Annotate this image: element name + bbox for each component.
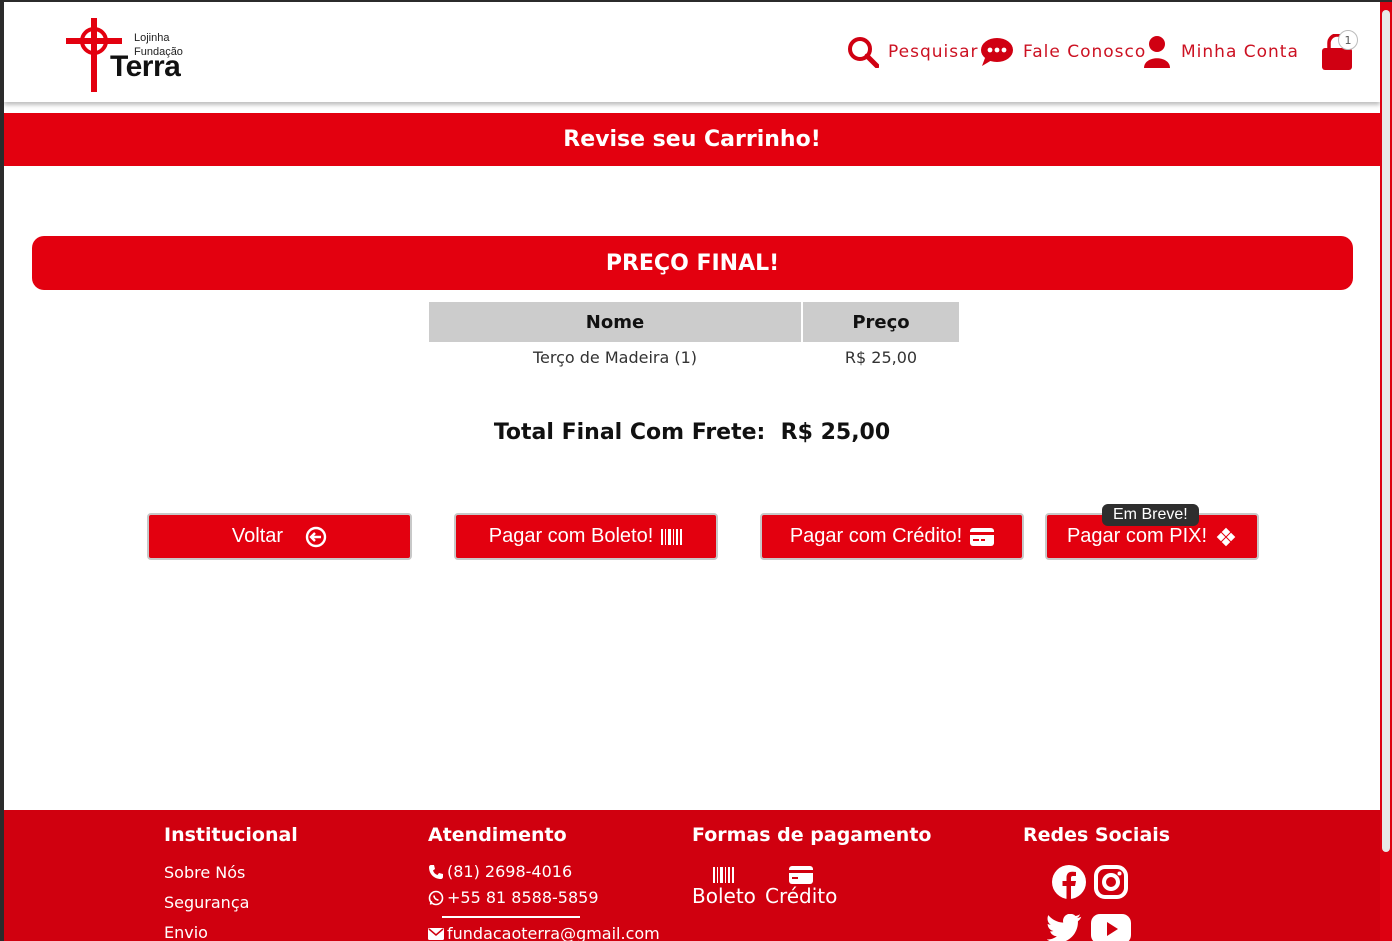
item-name: Terço de Madeira (1) bbox=[532, 347, 698, 367]
pix-tooltip: Em Breve! bbox=[1102, 504, 1199, 526]
footer-social-title: Redes Sociais bbox=[1023, 824, 1171, 846]
cart-count-badge: 1 bbox=[1338, 30, 1358, 50]
page: Lojinha Fundação Terra Pesquisar Fale Co… bbox=[4, 2, 1380, 941]
page-banner: Revise seu Carrinho! bbox=[4, 113, 1380, 166]
table-header-row: Nome Preço bbox=[429, 302, 959, 342]
footer-institutional-title: Institucional bbox=[164, 824, 298, 846]
facebook-icon[interactable] bbox=[1052, 865, 1086, 899]
instagram-icon[interactable] bbox=[1094, 865, 1128, 899]
footer-support-title: Atendimento bbox=[428, 824, 567, 846]
footer-whatsapp[interactable]: +55 81 8588-5859 bbox=[428, 888, 599, 907]
pay-credit-label: Pagar com Crédito! bbox=[789, 525, 963, 547]
logo[interactable]: Lojinha Fundação Terra bbox=[66, 16, 196, 94]
footer-phone-text: (81) 2698-4016 bbox=[447, 862, 573, 881]
pix-icon bbox=[1215, 525, 1237, 548]
logo-line3: Terra bbox=[110, 50, 181, 83]
pay-boleto-button[interactable]: Pagar com Boleto! bbox=[454, 513, 718, 560]
pay-pix-label: Pagar com PIX! bbox=[1066, 525, 1208, 547]
phone-icon bbox=[429, 864, 443, 879]
nav-account[interactable]: Minha Conta bbox=[1142, 34, 1299, 70]
chat-bubble-icon bbox=[981, 38, 1013, 66]
footer-divider bbox=[442, 916, 580, 918]
footer-email[interactable]: fundacaoterra@gmail.com bbox=[428, 924, 660, 941]
nav-contact[interactable]: Fale Conosco bbox=[980, 34, 1146, 70]
cart-button[interactable]: 1 bbox=[1320, 30, 1360, 72]
credit-card-icon bbox=[789, 866, 814, 884]
pay-credit-button[interactable]: Pagar com Crédito! bbox=[760, 513, 1024, 560]
footer-payment-credit: Crédito bbox=[765, 866, 837, 908]
footer-link-security[interactable]: Segurança bbox=[164, 893, 249, 912]
site-header: Lojinha Fundação Terra Pesquisar Fale Co… bbox=[4, 2, 1380, 102]
footer-email-text: fundacaoterra@gmail.com bbox=[447, 924, 660, 941]
column-header-name: Nome bbox=[429, 302, 801, 342]
footer-payment-title: Formas de pagamento bbox=[692, 824, 932, 846]
barcode-icon bbox=[712, 867, 734, 883]
column-header-price: Preço bbox=[803, 302, 959, 342]
back-button[interactable]: Voltar bbox=[147, 513, 412, 560]
footer-link-shipping[interactable]: Envio bbox=[164, 923, 208, 941]
item-price: R$ 25,00 bbox=[844, 347, 918, 367]
nav-search[interactable]: Pesquisar bbox=[847, 34, 979, 70]
envelope-icon bbox=[428, 927, 444, 940]
footer-payment-credit-label: Crédito bbox=[765, 884, 838, 908]
back-button-label: Voltar bbox=[231, 525, 284, 547]
nav-search-label: Pesquisar bbox=[888, 42, 979, 62]
site-footer: Institucional Sobre Nós Segurança Envio … bbox=[4, 810, 1380, 941]
table-row: Terço de Madeira (1) R$ 25,00 bbox=[429, 342, 959, 372]
user-icon bbox=[1144, 36, 1170, 68]
youtube-icon[interactable] bbox=[1091, 914, 1131, 941]
footer-payment-boleto-label: Boleto bbox=[692, 884, 756, 908]
twitter-icon[interactable] bbox=[1047, 914, 1083, 941]
total-label: Total Final Com Frete: bbox=[493, 420, 766, 445]
nav-contact-label: Fale Conosco bbox=[1023, 42, 1147, 62]
total-line: Total Final Com Frete: R$ 25,00 bbox=[4, 420, 1380, 445]
barcode-icon bbox=[661, 528, 683, 545]
final-price-heading: PREÇO FINAL! bbox=[32, 236, 1353, 290]
search-icon bbox=[848, 37, 879, 68]
cart-table: Nome Preço Terço de Madeira (1) R$ 25,00 bbox=[427, 302, 961, 372]
footer-phone[interactable]: (81) 2698-4016 bbox=[428, 862, 572, 881]
total-value: R$ 25,00 bbox=[780, 420, 891, 445]
logo-line1: Lojinha bbox=[134, 32, 170, 44]
vertical-scrollbar[interactable] bbox=[1380, 2, 1392, 941]
footer-whatsapp-text: +55 81 8588-5859 bbox=[447, 888, 599, 907]
credit-card-icon bbox=[970, 527, 995, 546]
whatsapp-icon bbox=[428, 890, 444, 905]
footer-payment-boleto: Boleto bbox=[692, 866, 756, 908]
footer-link-about[interactable]: Sobre Nós bbox=[164, 863, 245, 882]
arrow-circle-left-icon bbox=[305, 526, 327, 547]
pay-boleto-label: Pagar com Boleto! bbox=[488, 525, 654, 547]
scrollbar-thumb[interactable] bbox=[1382, 10, 1390, 852]
nav-account-label: Minha Conta bbox=[1181, 42, 1299, 62]
